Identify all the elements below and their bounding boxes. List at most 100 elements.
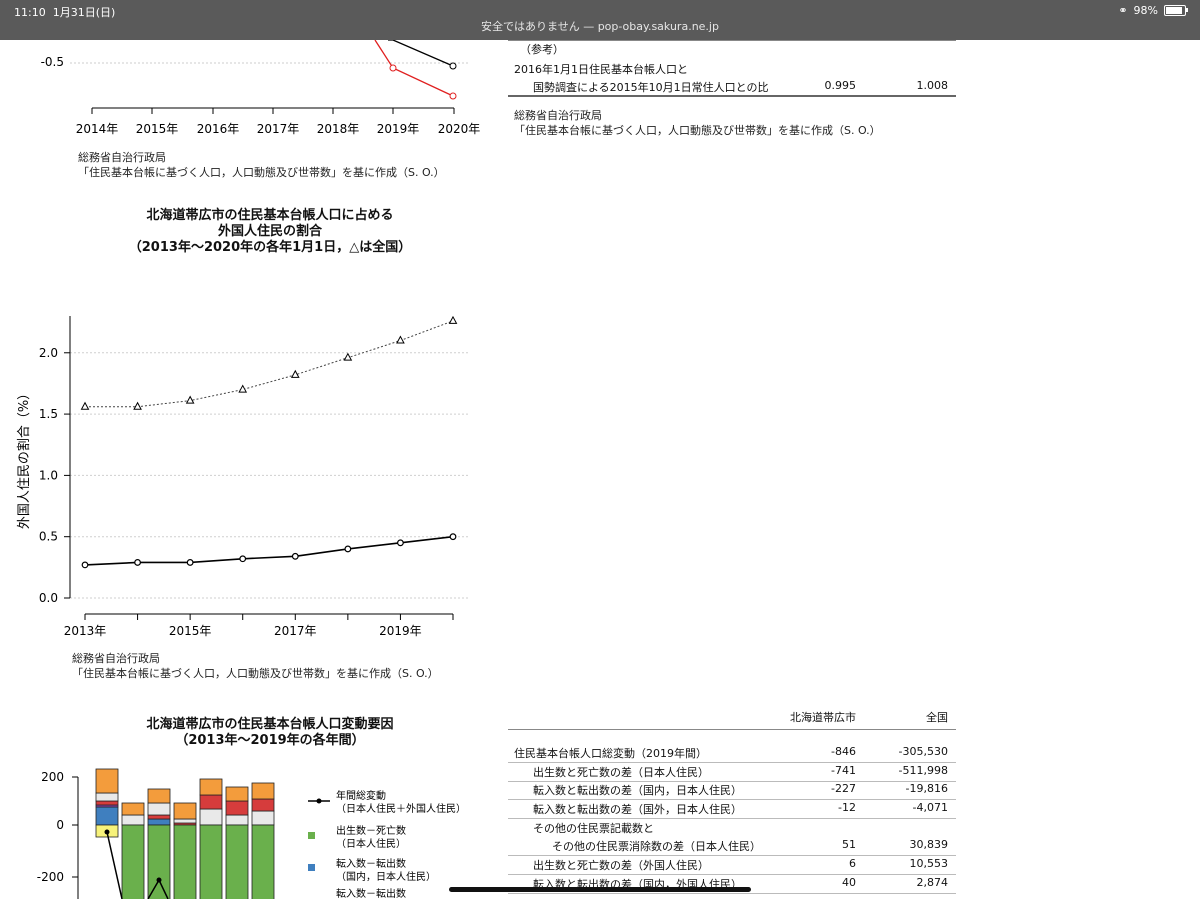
chart1-y-tick: -0.5 — [41, 55, 64, 69]
chart2-point-japan — [448, 315, 458, 324]
chart3-bar-segment — [173, 824, 197, 899]
home-indicator[interactable] — [449, 887, 751, 892]
chart3-bar-segment — [251, 810, 275, 826]
chart2-y-tick: 2.0 — [39, 346, 58, 360]
table-cell-japan: -305,530 — [898, 745, 948, 758]
chart1-x-tick: 2020年 — [438, 122, 481, 136]
chart2-x-tick: 2017年 — [274, 624, 317, 638]
table-row-label: 転入数と転出数の差（国外，日本人住民） — [533, 803, 742, 816]
chart2-point-obihiro — [449, 533, 457, 541]
chart2-point-obihiro — [134, 559, 141, 566]
chart2-y-tick: 0.5 — [39, 530, 58, 544]
chart3-bar-segment — [147, 818, 171, 826]
chart2-point-obihiro — [397, 539, 404, 547]
chart1-source: 総務省自治行政局 「住民基本台帳に基づく人口，人口動態及び世帯数」を基に作成（S… — [78, 151, 445, 179]
chart1-x-tick: 2014年 — [76, 122, 119, 136]
chart1-point — [389, 64, 397, 72]
table-cell-obihiro: -227 — [831, 782, 856, 795]
chart3-y-tick: 200 — [41, 770, 64, 784]
chart3-bar-segment — [173, 802, 197, 820]
table-cell-obihiro: -12 — [838, 801, 856, 814]
chart3-bar-segment — [121, 824, 145, 899]
legend-label: （日本人住民） — [336, 837, 406, 850]
chart3-bar-segment — [147, 814, 171, 820]
chart3-bar-segment — [147, 802, 171, 816]
chart3-bar-segment — [225, 786, 249, 802]
chart3-total-point — [104, 829, 110, 835]
chart3-title: 北海道帯広市の住民基本台帳人口変動要因 （2013年～2019年の各年間） — [146, 717, 394, 748]
link-icon: ⚭ — [1118, 4, 1128, 17]
chart3-bar-segment — [95, 768, 119, 794]
chart2-point-obihiro — [344, 545, 352, 553]
chart3-bar-segment — [95, 806, 119, 826]
chart3-bar-segment — [251, 824, 275, 899]
ref-source: 総務省自治行政局 「住民基本台帳に基づく人口，人口動態及び世帯数」を基に作成（S… — [514, 109, 881, 137]
table-cell-obihiro: 40 — [842, 876, 856, 889]
table-row-label: 住民基本台帳人口総変動（2019年間） — [514, 747, 707, 760]
chart3-bar-segment — [251, 782, 275, 800]
chart2-point-obihiro — [186, 559, 194, 566]
table-row-label: その他の住民票消除数の差（日本人住民） — [552, 840, 761, 853]
table-cell-obihiro: 6 — [849, 857, 856, 870]
chart2-point-obihiro — [81, 561, 89, 569]
legend-label: 転入数－転出数 — [336, 857, 406, 870]
legend-label: （日本人住民＋外国人住民） — [336, 802, 466, 815]
chart1-x-tick: 2017年 — [257, 122, 300, 136]
table-cell-japan: -4,071 — [912, 801, 948, 814]
ref-row2-val1: 0.995 — [824, 79, 857, 92]
address-bar[interactable]: 安全ではありません — pop-obay.sakura.ne.jp — [0, 18, 1200, 34]
chart3-total-line — [106, 831, 123, 899]
chart2-x-tick: 2013年 — [64, 624, 107, 638]
chart3-bar-segment — [121, 814, 145, 826]
chart1-series-black — [388, 40, 454, 67]
chart3-bar-segment — [199, 778, 223, 796]
ref-row2-label: 国勢調査による2015年10月1日常住人口との比 — [533, 81, 769, 94]
chart1-fragment: -0.5 2014年 2015年 2016年 2017年 2018年 2019年 2020年 — [41, 40, 481, 136]
table-cell-japan: -511,998 — [898, 764, 948, 777]
chart3-bar-segment — [225, 824, 249, 899]
chart3-bar-segment — [199, 794, 223, 810]
chart3-bar-segment — [95, 800, 119, 806]
chart3-bar-segment — [147, 824, 171, 899]
chart2-point-obihiro — [239, 555, 247, 563]
chart2-source: 総務省自治行政局 「住民基本台帳に基づく人口，人口動態及び世帯数」を基に作成（S… — [72, 652, 439, 680]
chart3-bar-segment — [147, 788, 171, 804]
chart1-x-tick: 2016年 — [197, 122, 240, 136]
chart1-x-tick: 2019年 — [377, 122, 420, 136]
chart3-y-tick: 0 — [56, 818, 64, 832]
chart2-y-tick: 1.5 — [39, 407, 58, 421]
chart3-bar-segment — [251, 798, 275, 812]
ref-row2-val2: 1.008 — [916, 79, 949, 92]
chart2-ylabel: 外国人住民の割合（%） — [16, 387, 32, 529]
status-right: ⚭ 98% — [1118, 4, 1188, 17]
status-bar: 11:10 1月31日(日) 安全ではありません — pop-obay.saku… — [0, 0, 1200, 40]
table-cell-obihiro: -846 — [831, 745, 856, 758]
chart1-x-tick: 2015年 — [136, 122, 179, 136]
table-cell-japan: -19,816 — [905, 782, 948, 795]
table-cell-obihiro: 51 — [842, 838, 856, 851]
chart2-series-japan — [85, 320, 454, 408]
table-row-label: 出生数と死亡数の差（日本人住民） — [533, 766, 709, 779]
chart1-x-tick: 2018年 — [317, 122, 360, 136]
chart2-point-obihiro — [291, 552, 299, 560]
chart3-bar-segment — [199, 808, 223, 826]
table-cell-japan: 30,839 — [909, 838, 949, 851]
ref-heading: （参考） — [520, 43, 564, 56]
chart3-bar-segment — [225, 800, 249, 816]
chart2-y-tick: 1.0 — [39, 468, 58, 482]
chart2-title: 北海道帯広市の住民基本台帳人口に占める 外国人住民の割合 （2013年～2020… — [128, 208, 412, 255]
chart2-point-japan — [133, 401, 142, 410]
legend-label: 出生数－死亡数 — [336, 824, 406, 837]
table-cell-japan: 2,874 — [916, 876, 949, 889]
chart3-bar-segment — [173, 818, 197, 824]
table-row-label: 転入数と転出数の差（国内，日本人住民） — [533, 784, 742, 797]
legend-label: （国内，日本人住民） — [336, 870, 436, 883]
chart2-point-japan — [343, 352, 353, 361]
chart3-bar-segment — [199, 824, 223, 899]
col-header-japan: 全国 — [926, 711, 948, 724]
legend-label: 年間総変動 — [336, 789, 386, 802]
legend-swatch-green — [308, 832, 315, 839]
chart3-bar-segment — [225, 814, 249, 826]
chart2-x-tick: 2019年 — [379, 624, 422, 638]
chart3-bar-segment — [95, 792, 119, 802]
